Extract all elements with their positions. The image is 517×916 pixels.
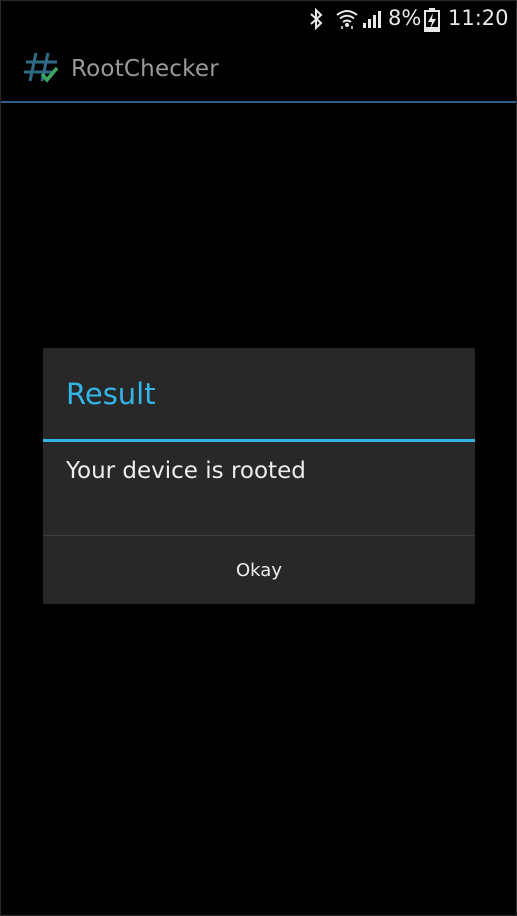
signal-icon — [363, 10, 381, 32]
app-title: RootChecker — [71, 56, 219, 82]
status-bar: 8% 11:20 — [1, 1, 516, 37]
bluetooth-icon — [309, 7, 323, 34]
wifi-icon — [336, 8, 358, 34]
dialog-title-divider — [43, 439, 475, 442]
battery-percentage: 8% — [388, 6, 422, 30]
action-bar-divider — [1, 101, 516, 103]
dialog-title: Result — [66, 377, 156, 411]
hash-check-icon[interactable] — [23, 51, 61, 89]
result-dialog: Result Your device is rooted Okay — [43, 348, 475, 604]
clock: 11:20 — [448, 6, 509, 30]
battery-charging-icon — [424, 8, 440, 36]
action-bar: RootChecker — [1, 37, 516, 101]
screen: 8% 11:20 RootChecker Result Your device … — [0, 0, 517, 916]
okay-button[interactable]: Okay — [43, 536, 475, 604]
dialog-message: Your device is rooted — [66, 458, 306, 484]
